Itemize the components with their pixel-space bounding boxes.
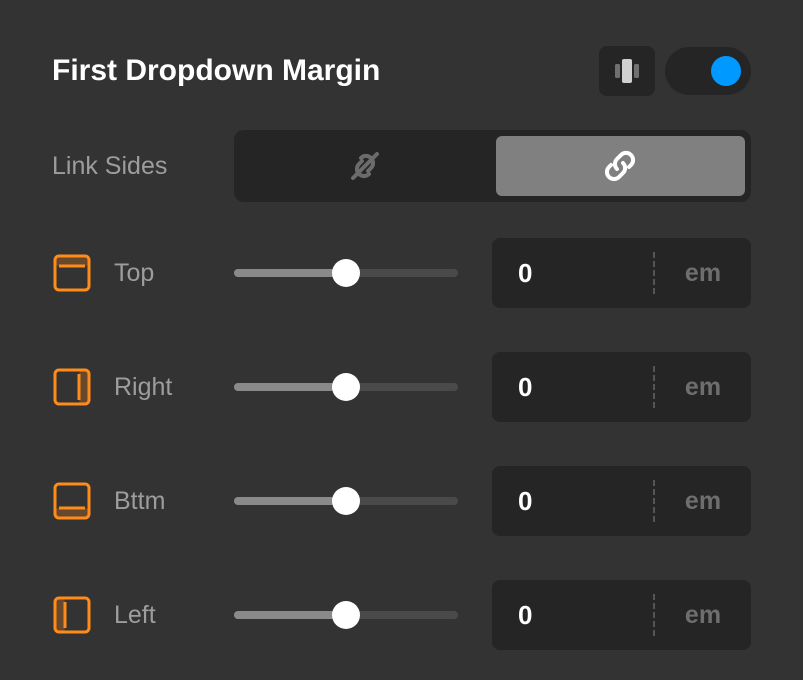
margin-bottom-slider[interactable] <box>234 484 458 518</box>
margin-bottom-unit[interactable]: em <box>655 487 751 516</box>
slider-thumb[interactable] <box>332 259 360 287</box>
link-sides-segment <box>234 130 751 202</box>
margin-left-row: Left 0 em <box>52 580 751 650</box>
slider-thumb[interactable] <box>332 487 360 515</box>
margin-top-slider[interactable] <box>234 256 458 290</box>
margin-top-row: Top 0 em <box>52 238 751 308</box>
margin-right-label: Right <box>114 373 234 402</box>
margin-right-input[interactable]: 0 em <box>492 352 751 422</box>
link-sides-button[interactable] <box>496 136 746 196</box>
slider-thumb[interactable] <box>332 601 360 629</box>
margin-left-unit[interactable]: em <box>655 601 751 630</box>
margin-top-input[interactable]: 0 em <box>492 238 751 308</box>
margin-left-slider[interactable] <box>234 598 458 632</box>
slider-thumb[interactable] <box>332 373 360 401</box>
margin-right-unit[interactable]: em <box>655 373 751 402</box>
devices-icon <box>612 56 642 86</box>
panel-header: First Dropdown Margin <box>52 46 751 96</box>
margin-right-value: 0 <box>492 372 653 403</box>
link-broken-icon <box>347 148 383 184</box>
margin-bottom-row: Bttm 0 em <box>52 466 751 536</box>
slider-fill <box>234 269 346 277</box>
side-left-icon <box>52 595 92 635</box>
link-sides-row: Link Sides <box>52 130 751 202</box>
toggle-knob <box>711 56 741 86</box>
unlink-sides-button[interactable] <box>240 136 490 196</box>
enable-toggle[interactable] <box>665 47 751 95</box>
margin-bottom-value: 0 <box>492 486 653 517</box>
slider-fill <box>234 383 346 391</box>
panel-title: First Dropdown Margin <box>52 54 599 88</box>
link-icon <box>602 148 638 184</box>
responsive-mode-button[interactable] <box>599 46 655 96</box>
margin-left-label: Left <box>114 601 234 630</box>
margin-top-unit[interactable]: em <box>655 259 751 288</box>
margin-top-value: 0 <box>492 258 653 289</box>
margin-panel: First Dropdown Margin Link Sides <box>0 0 803 680</box>
link-sides-label: Link Sides <box>52 152 234 181</box>
side-top-icon <box>52 253 92 293</box>
margin-top-label: Top <box>114 259 234 288</box>
slider-fill <box>234 497 346 505</box>
margin-left-value: 0 <box>492 600 653 631</box>
side-bottom-icon <box>52 481 92 521</box>
side-right-icon <box>52 367 92 407</box>
margin-bottom-label: Bttm <box>114 487 234 516</box>
margin-right-row: Right 0 em <box>52 352 751 422</box>
margin-bottom-input[interactable]: 0 em <box>492 466 751 536</box>
slider-fill <box>234 611 346 619</box>
margin-right-slider[interactable] <box>234 370 458 404</box>
margin-left-input[interactable]: 0 em <box>492 580 751 650</box>
